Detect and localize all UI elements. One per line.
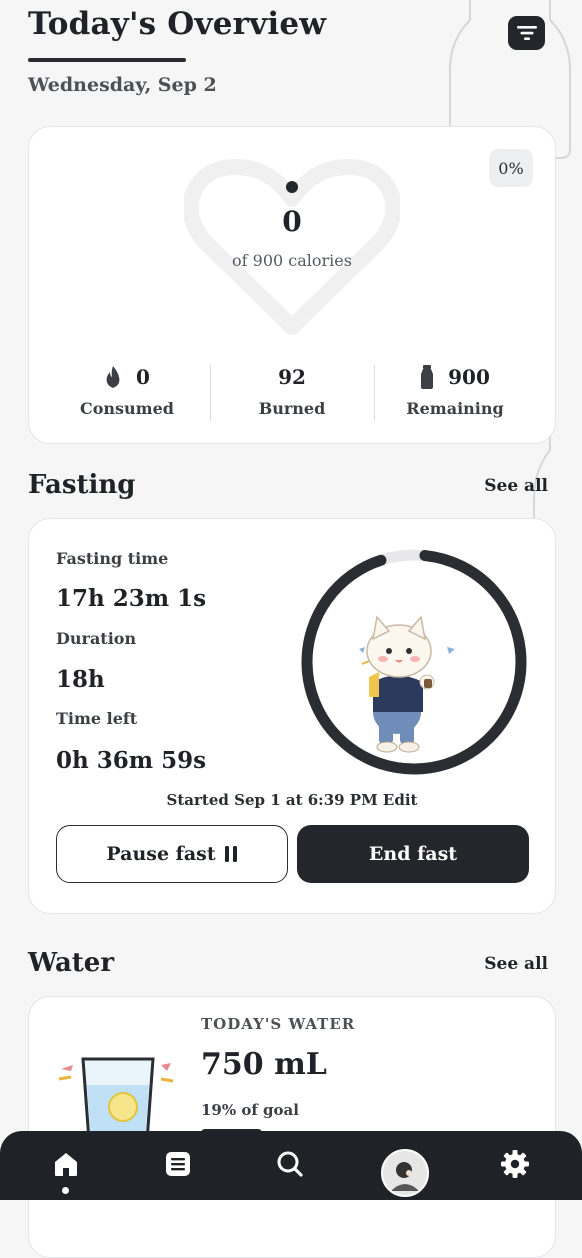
milk-bottle-icon <box>421 365 434 389</box>
nav-search[interactable] <box>275 1149 305 1179</box>
stat-burned-label: Burned <box>258 399 326 418</box>
duration-label: Duration <box>56 629 137 648</box>
stat-divider <box>210 365 211 421</box>
cat-illustration <box>359 615 455 753</box>
nav-profile-avatar[interactable] <box>381 1149 429 1197</box>
stat-consumed: 0 Consumed <box>47 363 207 418</box>
nav-settings[interactable] <box>500 1149 530 1179</box>
stat-remaining-label: Remaining <box>406 399 504 418</box>
gear-icon <box>501 1150 529 1178</box>
stat-remaining: 900 Remaining <box>375 363 535 418</box>
time-left-label: Time left <box>56 709 138 728</box>
nav-log[interactable] <box>163 1149 193 1179</box>
fasting-time-label: Fasting time <box>56 549 169 568</box>
fasting-section-title: Fasting <box>28 470 136 500</box>
water-goal-text: 19% of goal <box>201 1101 299 1119</box>
flame-icon <box>106 366 120 388</box>
water-card: TODAY'S WATER 750 mL 19% of goal <box>28 996 556 1258</box>
fasting-progress-ring <box>301 549 527 775</box>
avatar <box>383 1151 427 1195</box>
search-icon <box>277 1151 303 1177</box>
calorie-value: 0 <box>282 205 302 238</box>
nav-home[interactable] <box>51 1149 81 1179</box>
water-see-all-link[interactable]: See all <box>484 954 548 974</box>
heart-progress-dot <box>286 181 298 193</box>
water-value: 750 mL <box>201 1047 327 1082</box>
title-underline <box>28 58 186 62</box>
calorie-card: 0% 0 of 900 calories 0 Consumed 92 Burne… <box>28 126 556 444</box>
duration-value: 18h <box>56 666 105 693</box>
stat-burned-value: 92 <box>278 365 306 389</box>
water-section-title: Water <box>28 948 115 978</box>
filter-button[interactable] <box>508 16 545 50</box>
calorie-percent-badge: 0% <box>489 149 533 187</box>
pause-fast-button[interactable]: Pause fast <box>56 825 288 883</box>
fast-started-text[interactable]: Started Sep 1 at 6:39 PM Edit <box>29 791 555 809</box>
calorie-subtitle: of 900 calories <box>232 251 352 270</box>
stat-burned: 92 Burned <box>212 363 372 418</box>
end-fast-button[interactable]: End fast <box>297 825 529 883</box>
todays-water-label: TODAY'S WATER <box>201 1015 356 1033</box>
time-left-value: 0h 36m 59s <box>56 747 207 774</box>
stat-consumed-value: 0 <box>136 365 150 389</box>
pause-fast-label: Pause fast <box>106 843 216 865</box>
bottom-nav <box>0 1131 582 1200</box>
home-icon <box>55 1153 77 1176</box>
fasting-time-value: 17h 23m 1s <box>56 585 207 612</box>
water-glass-icon <box>58 1057 174 1141</box>
page-date: Wednesday, Sep 2 <box>28 74 217 96</box>
end-fast-label: End fast <box>368 843 458 865</box>
stat-remaining-value: 900 <box>448 365 490 389</box>
nav-active-indicator <box>62 1187 69 1194</box>
fasting-see-all-link[interactable]: See all <box>484 476 548 496</box>
page-title: Today's Overview <box>28 6 327 42</box>
pause-icon <box>224 846 237 862</box>
heart-progress-ring <box>184 159 400 335</box>
fasting-card: Fasting time 17h 23m 1s Duration 18h Tim… <box>28 518 556 914</box>
list-icon <box>166 1152 190 1176</box>
stat-consumed-label: Consumed <box>80 399 174 418</box>
filter-icon <box>516 26 537 40</box>
